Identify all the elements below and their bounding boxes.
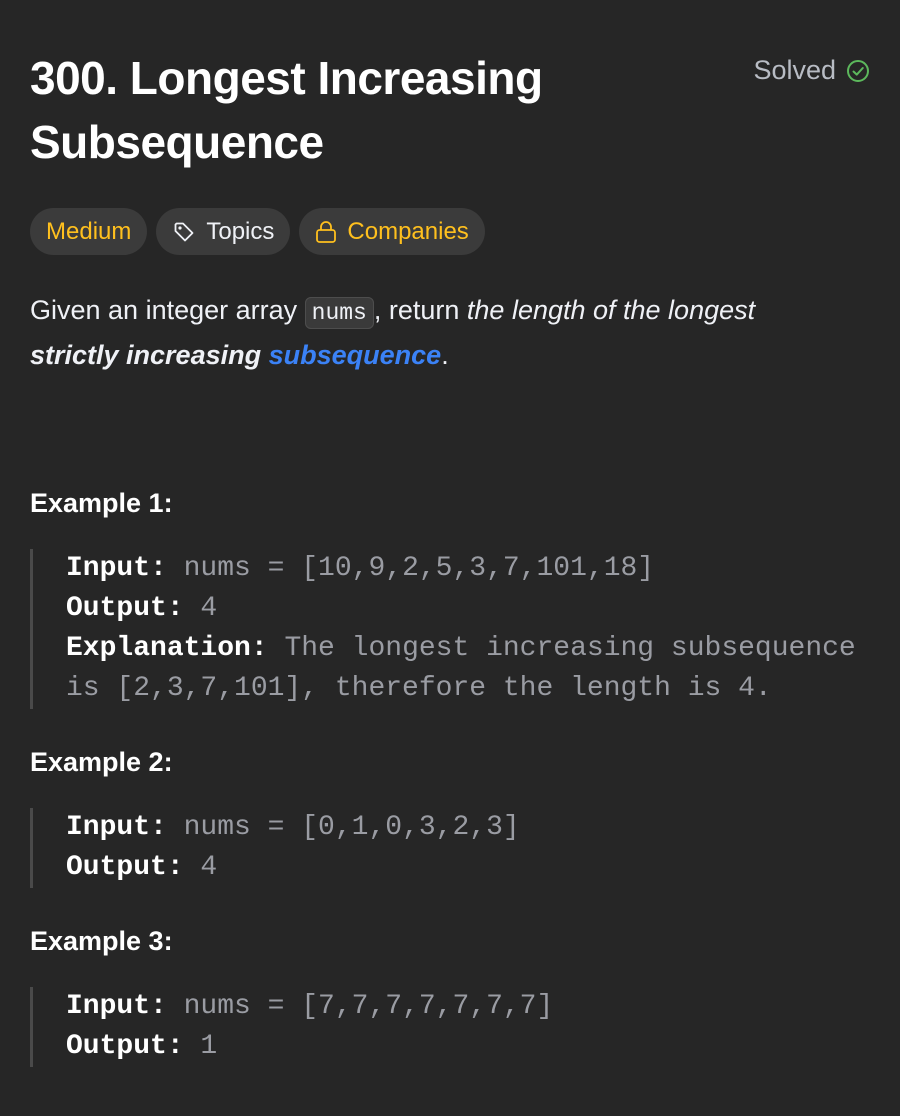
example-explanation-line: is [2,3,7,101], therefore the length is … <box>66 669 870 709</box>
output-label: Output: <box>66 852 184 883</box>
subsequence-link[interactable]: subsequence <box>269 340 442 370</box>
problem-header: 300. Longest Increasing Subsequence Solv… <box>30 0 870 174</box>
statement-text: Given an integer array <box>30 295 305 325</box>
difficulty-badge[interactable]: Medium <box>30 208 148 255</box>
topics-label: Topics <box>206 217 275 245</box>
example-3-block: Input: nums = [7,7,7,7,7,7,7] Output: 1 <box>30 987 870 1067</box>
input-label: Input: <box>66 812 167 843</box>
solved-status: Solved <box>753 55 870 86</box>
example-output-line: Output: 4 <box>66 589 870 629</box>
problem-statement: Given an integer array nums, return the … <box>30 289 870 376</box>
check-circle-icon <box>846 59 870 83</box>
input-label: Input: <box>66 553 167 584</box>
statement-text: , return <box>373 295 467 325</box>
example-output-line: Output: 1 <box>66 1027 870 1067</box>
statement-strong-emphasis: strictly increasing <box>30 340 262 370</box>
statement-period: . <box>441 340 449 370</box>
input-label: Input: <box>66 991 167 1022</box>
example-input-line: Input: nums = [0,1,0,3,2,3] <box>66 808 870 848</box>
example-output-line: Output: 4 <box>66 848 870 888</box>
statement-emphasis: the length of the longest <box>466 295 756 325</box>
example-explanation-line: Explanation: The longest increasing subs… <box>66 629 870 669</box>
lock-icon <box>315 220 337 244</box>
problem-title: 300. Longest Increasing Subsequence <box>30 52 543 168</box>
example-1-title: Example 1: <box>30 488 173 518</box>
output-label: Output: <box>66 1031 184 1062</box>
example-input-line: Input: nums = [10,9,2,5,3,7,101,18] <box>66 549 870 589</box>
tag-row: Medium Topics Companies <box>30 208 870 255</box>
output-value: 1 <box>183 1031 218 1062</box>
example-1-block: Input: nums = [10,9,2,5,3,7,101,18] Outp… <box>30 549 870 709</box>
output-value: 4 <box>183 852 218 883</box>
topics-button[interactable]: Topics <box>156 208 291 255</box>
companies-button[interactable]: Companies <box>299 208 485 255</box>
input-value: nums = [0,1,0,3,2,3] <box>166 812 520 843</box>
input-value: nums = [7,7,7,7,7,7,7] <box>166 991 554 1022</box>
difficulty-label: Medium <box>46 217 132 245</box>
explanation-text: is [2,3,7,101], therefore the length is … <box>66 673 772 704</box>
tag-icon <box>172 220 196 244</box>
example-2-block: Input: nums = [0,1,0,3,2,3] Output: 4 <box>30 808 870 888</box>
explanation-label: Explanation: <box>66 633 268 664</box>
example-2-title: Example 2: <box>30 747 173 777</box>
problem-description-panel: 300. Longest Increasing Subsequence Solv… <box>0 0 900 1116</box>
output-value: 4 <box>183 593 218 624</box>
example-3-title: Example 3: <box>30 926 173 956</box>
explanation-text: The longest increasing subsequence <box>267 633 856 664</box>
inline-code-nums: nums <box>304 297 374 329</box>
input-value: nums = [10,9,2,5,3,7,101,18] <box>166 553 655 584</box>
example-input-line: Input: nums = [7,7,7,7,7,7,7] <box>66 987 870 1027</box>
solved-label: Solved <box>753 55 836 85</box>
output-label: Output: <box>66 593 184 624</box>
companies-label: Companies <box>347 217 469 245</box>
